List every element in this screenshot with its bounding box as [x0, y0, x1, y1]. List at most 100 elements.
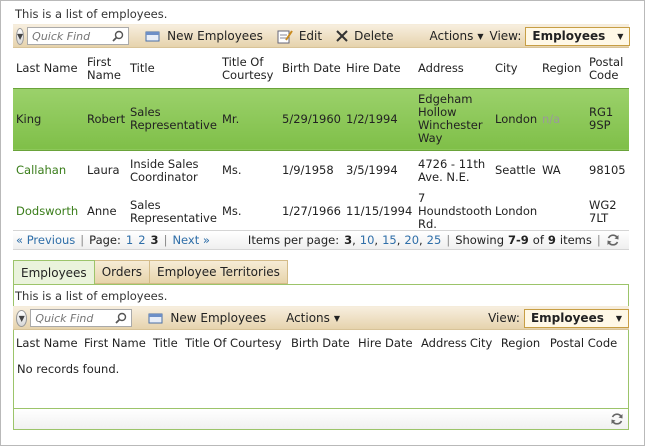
chevron-down-icon: ▼ [615, 313, 622, 323]
pager: « Previous | Page: 1 2 3 | Next » Items … [13, 230, 629, 250]
cell-birth-date: 1/27/1966 [282, 204, 341, 218]
search-icon[interactable] [112, 30, 124, 42]
detail-header-row: Last Name First Name Title Title Of Cour… [13, 334, 620, 352]
delete-label: Delete [354, 29, 394, 43]
column-header-postal-code[interactable]: Postal Code [586, 50, 629, 88]
column-header-last-name[interactable]: Last Name [13, 334, 81, 352]
master-header-row: Last Name First Name Title Title Of Cour… [13, 50, 629, 88]
cell-last-name[interactable]: Dodsworth [13, 191, 84, 232]
items-per-page-label: Items per page: [247, 233, 340, 247]
column-header-title-of-courtesy[interactable]: Title Of Courtesy [182, 334, 288, 352]
delete-icon [336, 30, 348, 42]
toggle-search-icon[interactable]: ▼ [16, 309, 28, 327]
detail-new-employees-button[interactable]: New Employees [142, 308, 272, 328]
cell-last-name[interactable]: Callahan [13, 150, 84, 191]
cell-city: London [495, 204, 538, 218]
cell-hire-date: 1/2/1994 [343, 88, 415, 150]
showing-label: Showing [455, 233, 505, 247]
cell-hire-date: 3/5/1994 [346, 163, 398, 178]
cell-birth-date: 5/29/1960 [279, 88, 343, 150]
edit-label: Edit [298, 29, 323, 43]
cell-postal-code: RG1 9SP [586, 88, 629, 150]
tab-employees[interactable]: Employees [13, 260, 95, 284]
refresh-icon[interactable] [610, 412, 624, 426]
new-employees-label: New Employees [167, 29, 263, 43]
page-link-1[interactable]: 1 [126, 233, 133, 247]
chevron-down-icon: ▼ [333, 313, 341, 323]
edit-button[interactable]: Edit [271, 26, 328, 46]
column-header-address[interactable]: Address [415, 50, 492, 88]
refresh-icon[interactable] [606, 233, 620, 247]
tab-orders[interactable]: Orders [94, 260, 151, 284]
detail-description: This is a list of employees. [15, 289, 168, 303]
page-size-25[interactable]: 25 [427, 233, 442, 247]
page-size-20[interactable]: 20 [404, 233, 419, 247]
new-employees-button[interactable]: New Employees [139, 26, 269, 46]
page-link-2[interactable]: 2 [138, 233, 145, 247]
cell-address: Edgeham Hollow Winchester Way [415, 88, 492, 150]
detail-grid: Last Name First Name Title Title Of Cour… [13, 334, 620, 352]
view-selector-value: Employees [532, 29, 606, 43]
cell-courtesy: Ms. [222, 163, 242, 178]
table-row[interactable]: Callahan Laura Inside Sales Coordinator … [13, 150, 629, 191]
cell-city: London [492, 88, 539, 150]
column-header-birth-date[interactable]: Birth Date [279, 50, 343, 88]
showing-total: 9 [547, 233, 556, 247]
column-header-title-of-courtesy[interactable]: Title Of Courtesy [219, 50, 279, 88]
master-toolbar: ▼ New Employees Edit Delete Actions ▼ Vi… [13, 24, 631, 48]
showing-items: items [559, 233, 592, 247]
column-header-city[interactable]: City [492, 50, 539, 88]
current-page: 3 [150, 233, 159, 247]
column-header-title[interactable]: Title [150, 334, 182, 352]
cell-address: 4726 - 11th Ave. N.E. [418, 156, 486, 184]
view-selector-value: Employees [530, 311, 604, 325]
table-row[interactable]: Dodsworth Anne Sales Representative Ms. … [13, 191, 629, 232]
page-size-current: 3 [344, 233, 353, 247]
column-header-title[interactable]: Title [127, 50, 219, 88]
column-header-last-name[interactable]: Last Name [13, 50, 84, 88]
cell-last-name[interactable]: King [13, 88, 84, 150]
table-row-selected[interactable]: King Robert Sales Representative Mr. 5/2… [13, 88, 629, 150]
page-size-10[interactable]: 10 [360, 233, 375, 247]
cell-first-name: Laura [87, 163, 120, 178]
detail-toolbar: ▼ New Employees Actions ▼ View: Employee… [13, 306, 629, 330]
page-label: Page: [89, 233, 121, 247]
quick-find-box [27, 27, 130, 45]
detail-view-selector[interactable]: Employees ▼ [523, 308, 629, 328]
column-header-region[interactable]: Region [498, 334, 547, 352]
column-header-address[interactable]: Address [418, 334, 467, 352]
pager-divider: | [596, 233, 601, 247]
new-record-icon [148, 311, 164, 325]
page-size-15[interactable]: 15 [382, 233, 397, 247]
column-header-birth-date[interactable]: Birth Date [288, 334, 355, 352]
cell-region: WA [542, 163, 561, 178]
quick-find-box [30, 309, 133, 327]
view-selector[interactable]: Employees ▼ [525, 26, 631, 46]
column-header-postal-code[interactable]: Postal Code [547, 334, 620, 352]
view-label: View: [488, 311, 520, 325]
tab-employee-territories[interactable]: Employee Territories [150, 260, 288, 284]
cell-title: Inside Sales Coordinator [130, 156, 199, 184]
detail-tabs: Employees Orders Employee Territories [13, 260, 288, 284]
column-header-first-name[interactable]: First Name [81, 334, 150, 352]
delete-button[interactable]: Delete [330, 26, 399, 46]
next-page-link[interactable]: Next » [172, 233, 209, 247]
new-employees-label: New Employees [170, 311, 267, 325]
previous-page-link[interactable]: « Previous [16, 233, 75, 247]
search-icon[interactable] [115, 312, 127, 324]
column-header-hire-date[interactable]: Hire Date [355, 334, 418, 352]
column-header-region[interactable]: Region [539, 50, 586, 88]
toggle-search-icon[interactable]: ▼ [16, 27, 25, 45]
cell-first-name: Robert [84, 88, 127, 150]
cell-courtesy: Mr. [219, 88, 279, 150]
column-header-hire-date[interactable]: Hire Date [343, 50, 415, 88]
cell-city: Seattle [495, 163, 536, 178]
cell-region: n/a [539, 88, 586, 150]
column-header-first-name[interactable]: First Name [84, 50, 127, 88]
cell-title: Sales Representative [127, 88, 219, 150]
new-record-icon [145, 29, 161, 43]
actions-menu-button[interactable]: Actions ▼ [424, 26, 490, 46]
showing-of: of [532, 233, 544, 247]
detail-actions-menu-button[interactable]: Actions ▼ [280, 308, 346, 328]
column-header-city[interactable]: City [467, 334, 498, 352]
